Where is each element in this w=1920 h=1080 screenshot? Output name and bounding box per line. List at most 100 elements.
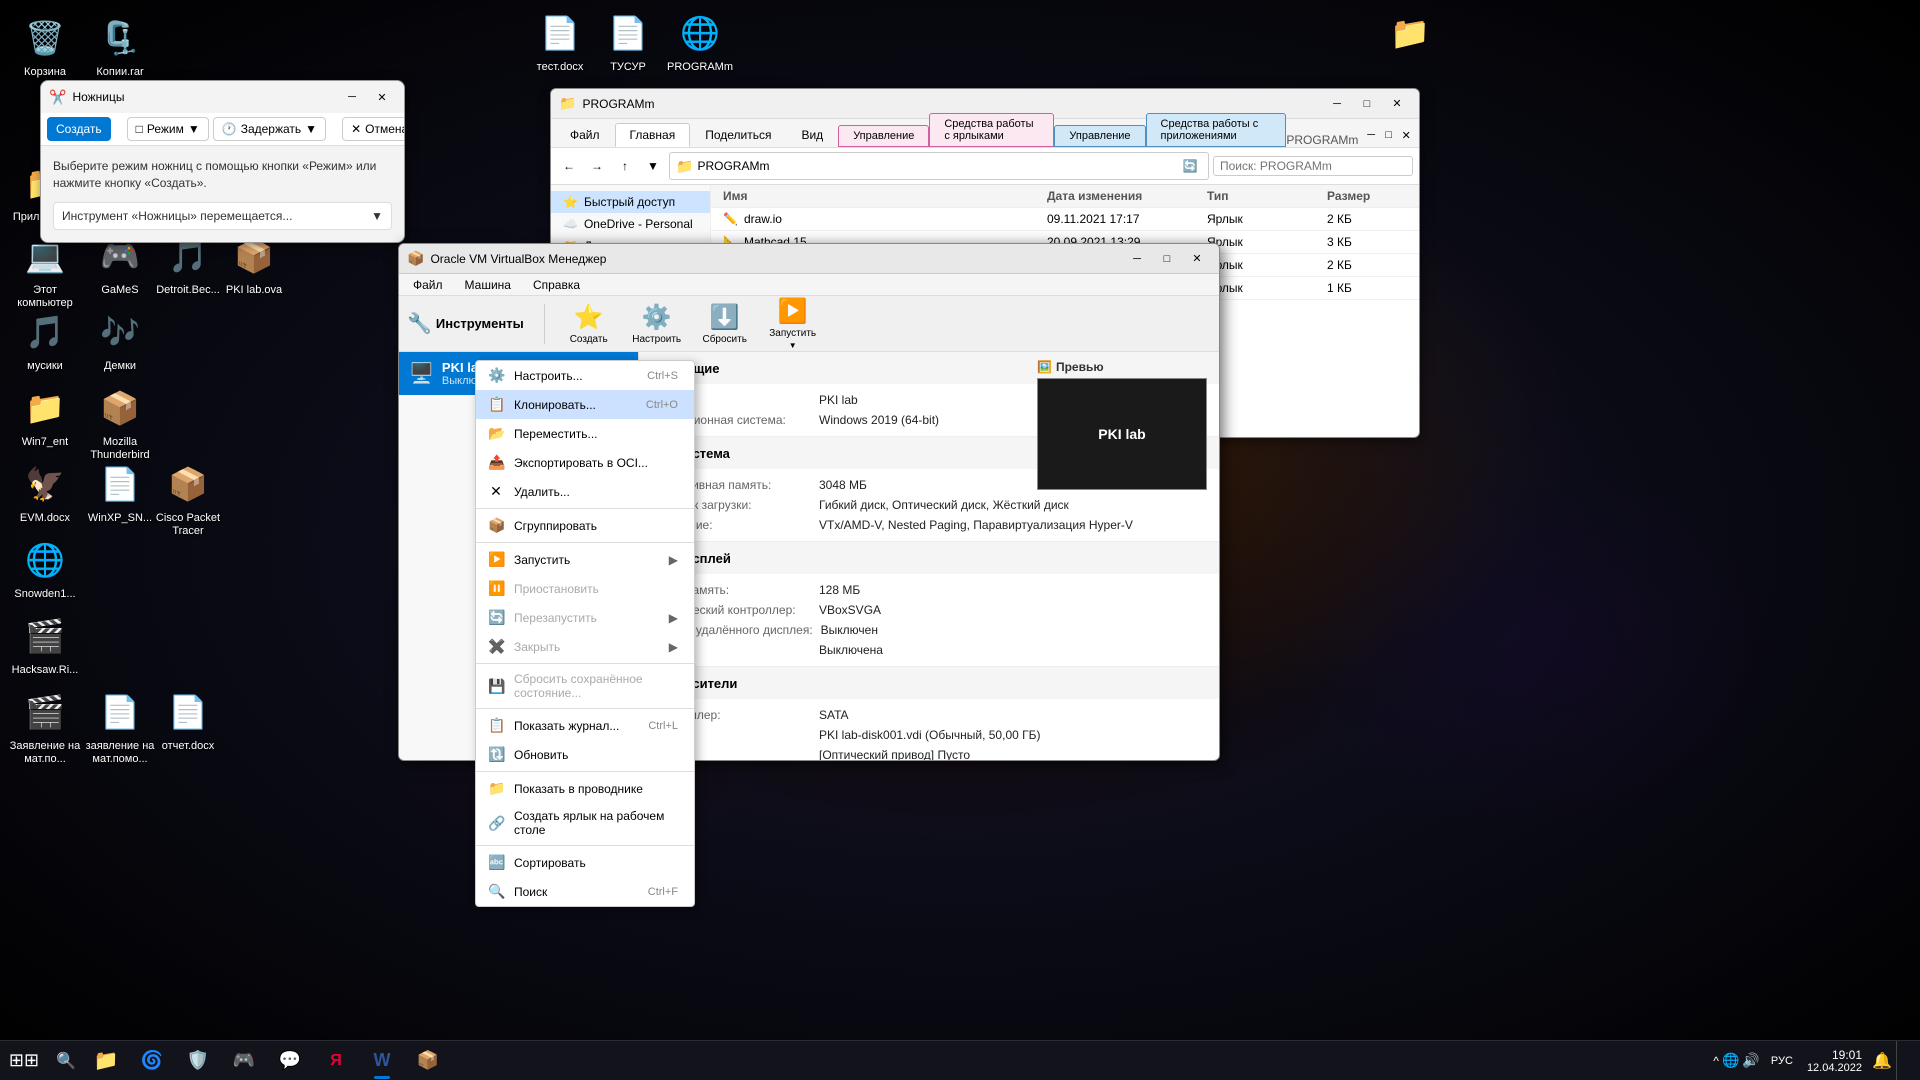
tray-network-icon[interactable]: 🌐 <box>1723 1053 1739 1069</box>
ctx-delete[interactable]: ✕ Удалить... <box>476 477 694 506</box>
tab-apps[interactable]: Средства работы с приложениями <box>1146 113 1287 147</box>
vbox-close-btn[interactable]: ✕ <box>1183 247 1211 271</box>
explorer-minimize-btn[interactable]: ─ <box>1323 92 1351 116</box>
show-desktop-btn[interactable] <box>1896 1041 1912 1080</box>
vbox-maximize-btn[interactable]: □ <box>1153 247 1181 271</box>
taskbar-yandex-btn[interactable]: Я <box>314 1041 358 1080</box>
search-input[interactable] <box>1213 156 1413 176</box>
vbox-settings-btn[interactable]: ⚙️ Настроить <box>625 300 689 348</box>
tab-home[interactable]: Главная <box>615 123 691 147</box>
snipping-expand[interactable]: Инструмент «Ножницы» перемещается... ▼ <box>53 202 392 230</box>
nav-forward-btn[interactable]: → <box>585 155 609 177</box>
ctx-clone[interactable]: 📋 Клонировать... Ctrl+O <box>476 390 694 419</box>
vbox-reset-btn[interactable]: ⬇️ Сбросить <box>693 300 757 348</box>
tab-view[interactable]: Вид <box>786 123 838 147</box>
vbox-start-btn[interactable]: ▶️ Запустить ▼ <box>761 300 825 348</box>
ctx-settings-icon: ⚙️ <box>488 367 504 384</box>
tab-shortcuts[interactable]: Средства работы с ярлыками <box>929 113 1054 147</box>
vbox-title-text: Oracle VM VirtualBox Менеджер <box>430 252 1123 266</box>
ctx-sort[interactable]: 🔤 Сортировать <box>476 848 694 877</box>
browser-icon: 🌀 <box>141 1050 163 1071</box>
taskbar-word-btn[interactable]: W <box>360 1041 404 1080</box>
snip-cancel-btn[interactable]: ✕ Отмена <box>342 117 405 141</box>
tab-share[interactable]: Поделиться <box>690 123 786 147</box>
snowden-icon[interactable]: 🎬 Hacksaw.Ri... <box>5 608 85 681</box>
taskbar-browser-btn[interactable]: 🌀 <box>130 1041 174 1080</box>
demki-icon[interactable]: 📁 Win7_ent <box>5 380 85 453</box>
tab-manage1[interactable]: Управление <box>838 125 929 147</box>
snipping-toolbar: Создать □ Режим ▼ 🕐 Задержать ▼ ✕ Отмена… <box>41 113 404 146</box>
start-icon: ⊞ <box>9 1050 24 1071</box>
cisco-icon[interactable]: 🌐 Snowden1... <box>5 532 85 605</box>
tusup-icon[interactable]: 🌐 PROGRAMm <box>660 5 740 78</box>
tab-file[interactable]: Файл <box>555 123 615 147</box>
vbox-create-btn[interactable]: ⭐ Создать <box>557 300 621 348</box>
ctx-log[interactable]: 📋 Показать журнал... Ctrl+L <box>476 711 694 740</box>
section-header-display[interactable]: 🖥️ Дисплей <box>639 542 1219 574</box>
exp-close-btn[interactable]: ✕ <box>1397 123 1415 147</box>
ctx-move[interactable]: 📂 Переместить... <box>476 419 694 448</box>
taskbar-antivirus-btn[interactable]: 🛡️ <box>176 1041 220 1080</box>
quick-access-icon: ⭐ <box>563 195 578 209</box>
exp-minimize-btn[interactable]: ─ <box>1362 123 1380 147</box>
nav-onedrive[interactable]: ☁️ OneDrive - Personal <box>551 213 710 235</box>
winxp-icon[interactable]: 📦 Cisco Packet Tracer <box>148 456 228 542</box>
copies-rar-icon[interactable]: 🗜️ Копии.rar <box>80 10 160 83</box>
nav-up-btn[interactable]: ↑ <box>613 155 637 177</box>
taskbar-steam-btn[interactable]: 🎮 <box>222 1041 266 1080</box>
address-path-container[interactable]: 📁 PROGRAMm 🔄 <box>669 152 1209 180</box>
vbox-section-storage: 💾 Носители Контроллер: SATA Порт 0: PKI … <box>639 667 1219 760</box>
ctx-export[interactable]: 📤 Экспортировать в OCI... <box>476 448 694 477</box>
snipping-minimize-btn[interactable]: ─ <box>338 85 366 109</box>
zayav2-icon[interactable]: 📄 отчет.docx <box>148 684 228 757</box>
programm-icon[interactable]: 📁 <box>1370 5 1450 65</box>
ctx-group[interactable]: 📦 Сгруппировать <box>476 511 694 540</box>
trash-icon[interactable]: 🗑️ Корзина <box>5 10 85 83</box>
nav-quick-access[interactable]: ⭐ Быстрый доступ <box>551 191 710 213</box>
explorer-maximize-btn[interactable]: □ <box>1353 92 1381 116</box>
snip-create-btn[interactable]: Создать <box>47 117 111 141</box>
section-header-storage[interactable]: 💾 Носители <box>639 667 1219 699</box>
ctx-explorer[interactable]: 📁 Показать в проводнике <box>476 774 694 803</box>
lang-label[interactable]: РУС <box>1771 1055 1793 1067</box>
taskbar-search-btn[interactable]: 🔍 <box>48 1041 84 1080</box>
hacksaw-icon[interactable]: 🎬 Заявление на мат.по... <box>5 684 85 770</box>
taskbar-explorer-btn[interactable]: 📁 <box>84 1041 128 1080</box>
vbox-details: 🖼️ Превью PKI lab 📋 Общие Имя: <box>639 352 1219 760</box>
ctx-refresh[interactable]: 🔃 Обновить <box>476 740 694 769</box>
vbox-menu-help[interactable]: Справка <box>523 276 590 294</box>
test-icon[interactable]: 📄 ТУСУР <box>588 5 668 78</box>
snip-mode-btn[interactable]: □ Режим ▼ <box>127 117 209 141</box>
snipping-close-btn[interactable]: ✕ <box>368 85 396 109</box>
vbox-menu-machine[interactable]: Машина <box>455 276 521 294</box>
nav-refresh-btn[interactable]: 🔄 <box>1178 155 1202 177</box>
ctx-search[interactable]: 🔍 Поиск Ctrl+F <box>476 877 694 906</box>
nav-back-btn[interactable]: ← <box>557 155 581 177</box>
tray-volume-icon[interactable]: 🔊 <box>1743 1053 1759 1069</box>
exp-maximize-btn[interactable]: □ <box>1380 123 1398 147</box>
detail-row-port1: Порт 1: [Оптический привод] Пусто <box>651 745 1207 760</box>
fl-studio-icon[interactable]: 🎵 мусики <box>5 304 85 377</box>
mozilla-icon[interactable]: 🦅 EVM.docx <box>5 456 85 529</box>
tray-chevron[interactable]: ^ <box>1713 1054 1719 1068</box>
ctx-group-icon: 📦 <box>488 517 504 534</box>
ctx-pause-icon: ⏸️ <box>488 580 504 597</box>
ctx-settings[interactable]: ⚙️ Настроить... Ctrl+S <box>476 361 694 390</box>
vbox-minimize-btn[interactable]: ─ <box>1123 247 1151 271</box>
start-button[interactable]: ⊞ <box>0 1041 48 1080</box>
ctx-start-arrow: ▶ <box>669 553 678 567</box>
tab-manage2[interactable]: Управление <box>1054 125 1145 147</box>
taskbar-discord-btn[interactable]: 💬 <box>268 1041 312 1080</box>
table-row[interactable]: ✏️ draw.io 09.11.2021 17:17 Ярлык 2 КБ <box>711 208 1419 231</box>
music-icon[interactable]: 🎶 Демки <box>80 304 160 377</box>
notifications-btn[interactable]: 🔔 <box>1872 1041 1892 1080</box>
nav-recent-btn[interactable]: ▼ <box>641 155 665 177</box>
win7-icon[interactable]: 📦 Mozilla Thunderbird <box>80 380 160 466</box>
snip-delay-btn[interactable]: 🕐 Задержать ▼ <box>213 117 326 141</box>
ctx-shortcut[interactable]: 🔗 Создать ярлык на рабочем столе <box>476 803 694 843</box>
taskbar-pkg-btn[interactable]: 📦 <box>406 1041 450 1080</box>
ctx-start[interactable]: ▶️ Запустить ▶ <box>476 545 694 574</box>
explorer-close-btn[interactable]: ✕ <box>1383 92 1411 116</box>
taskbar-clock[interactable]: 19:01 12.04.2022 <box>1801 1048 1868 1074</box>
vbox-menu-file[interactable]: Файл <box>403 276 453 294</box>
